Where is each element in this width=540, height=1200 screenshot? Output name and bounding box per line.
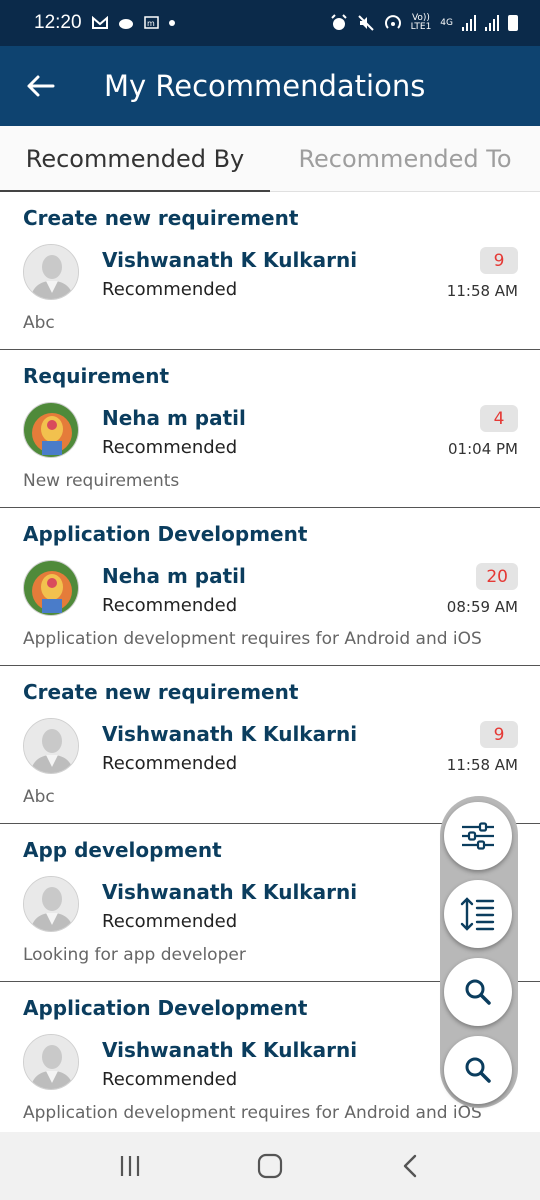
- home-button[interactable]: [240, 1136, 300, 1196]
- back-button[interactable]: [0, 46, 80, 126]
- recent-apps-button[interactable]: [100, 1136, 160, 1196]
- status-text: Recommended: [102, 911, 238, 932]
- search-button[interactable]: [444, 958, 512, 1026]
- recommender-name: Vishwanath K Kulkarni: [102, 248, 358, 272]
- avatar: [23, 1034, 79, 1090]
- status-text: Recommended: [102, 437, 238, 458]
- filter-button[interactable]: [444, 802, 512, 870]
- timestamp: 11:58 AM: [446, 282, 518, 300]
- status-text: Recommended: [102, 279, 238, 300]
- description: Abc: [23, 787, 55, 807]
- dot-icon: [168, 20, 175, 26]
- message-icon: m: [143, 16, 159, 29]
- signal-icon: [462, 15, 476, 31]
- card-title: Requirement: [23, 364, 170, 388]
- app-bar: My Recommendations: [0, 46, 540, 126]
- recommender-name: Neha m patil: [102, 564, 246, 588]
- signal-icon-2: [485, 15, 499, 31]
- timestamp: 11:58 AM: [446, 756, 518, 774]
- status-text: Recommended: [102, 1069, 238, 1090]
- tab-recommended-by[interactable]: Recommended By: [0, 126, 270, 193]
- status-text: Recommended: [102, 753, 238, 774]
- avatar: [23, 560, 79, 616]
- arrow-left-icon: [27, 75, 55, 97]
- description: Application development requires for And…: [23, 1103, 482, 1123]
- card-title: Application Development: [23, 522, 308, 546]
- avatar: [23, 402, 79, 458]
- search-icon: [465, 1057, 491, 1083]
- alarm-icon: [330, 14, 347, 30]
- status-bar: 12:20 m Vo)) LTE1 4G: [0, 0, 540, 46]
- filter-icon: [462, 822, 494, 850]
- card-title: App development: [23, 838, 222, 862]
- sort-button[interactable]: [444, 880, 512, 948]
- description: Abc: [23, 313, 55, 333]
- status-time: 12:20: [34, 12, 82, 33]
- search-button-2[interactable]: [444, 1036, 512, 1104]
- avatar: [23, 876, 79, 932]
- avatar: [23, 718, 79, 774]
- home-icon: [257, 1153, 283, 1179]
- recent-apps-icon: [120, 1156, 140, 1176]
- list-item[interactable]: Requirement Neha m patil Recommended 4 0…: [0, 350, 540, 508]
- sort-icon: [460, 897, 495, 931]
- count-badge: 9: [480, 247, 518, 274]
- status-text: Recommended: [102, 595, 238, 616]
- mute-icon: [357, 15, 374, 31]
- description: New requirements: [23, 471, 180, 491]
- recommender-name: Neha m patil: [102, 406, 246, 430]
- system-icons: Vo)) LTE1 4G: [330, 14, 518, 32]
- back-nav-button[interactable]: [380, 1136, 440, 1196]
- card-title: Create new requirement: [23, 680, 299, 704]
- timestamp: 08:59 AM: [446, 598, 518, 616]
- timestamp: 01:04 PM: [448, 440, 518, 458]
- page-title: My Recommendations: [104, 69, 426, 103]
- recommender-name: Vishwanath K Kulkarni: [102, 1038, 358, 1062]
- notification-icons: m: [91, 16, 175, 30]
- search-icon: [465, 979, 491, 1005]
- description: Application development requires for And…: [23, 629, 482, 649]
- card-title: Application Development: [23, 996, 308, 1020]
- tab-bar: Recommended By Recommended To: [0, 126, 540, 193]
- recommender-name: Vishwanath K Kulkarni: [102, 880, 358, 904]
- network-gen-label: 4G: [440, 18, 453, 28]
- count-badge: 9: [480, 721, 518, 748]
- recommender-name: Vishwanath K Kulkarni: [102, 722, 358, 746]
- tab-recommended-to[interactable]: Recommended To: [270, 126, 540, 192]
- description: Looking for app developer: [23, 945, 246, 965]
- list-item[interactable]: Application Development Neha m patil Rec…: [0, 508, 540, 666]
- count-badge: 4: [480, 405, 518, 432]
- system-nav-bar: [0, 1132, 540, 1200]
- chevron-left-icon: [403, 1154, 417, 1178]
- avatar: [23, 244, 79, 300]
- hotspot-icon: [384, 15, 401, 29]
- volte-label: Vo)) LTE1: [410, 13, 432, 32]
- svg-text:m: m: [147, 19, 155, 28]
- battery-icon: [508, 15, 518, 31]
- gmail-icon: [91, 16, 108, 29]
- cloud-icon: [118, 19, 133, 29]
- card-title: Create new requirement: [23, 206, 299, 230]
- list-item[interactable]: Create new requirement Vishwanath K Kulk…: [0, 192, 540, 350]
- count-badge: 20: [476, 563, 518, 590]
